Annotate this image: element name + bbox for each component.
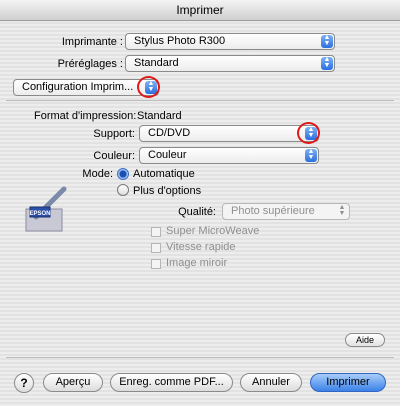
support-label: Support: — [93, 128, 135, 140]
mode-label: Mode: — [82, 168, 113, 180]
popup-arrows-icon: ▲ ▼ — [305, 148, 317, 162]
preview-button[interactable]: Aperçu — [43, 373, 103, 392]
color-popup[interactable]: Couleur ▲ ▼ — [139, 147, 319, 164]
presets-value: Standard — [134, 57, 179, 69]
popup-arrows-icon: ▲ ▼ — [321, 56, 333, 70]
title-bar: Imprimer — [0, 0, 400, 21]
radio-plus-options-label[interactable]: Plus d'options — [133, 185, 201, 197]
highlight-ring — [297, 122, 320, 144]
epson-logo-text: EPSON — [29, 211, 50, 217]
radio-automatique-label[interactable]: Automatique — [133, 168, 195, 180]
support-popup[interactable]: CD/DVD ▲ ▼ — [139, 125, 319, 142]
printer-label: Imprimante : — [61, 36, 123, 48]
window-title: Imprimer — [176, 3, 224, 17]
color-label: Couleur: — [93, 150, 135, 162]
format-value: Standard — [137, 110, 182, 122]
checkbox-image-miroir — [151, 259, 161, 269]
checkbox-super-microweave — [151, 227, 161, 237]
checkbox-super-microweave-label: Super MicroWeave — [166, 225, 260, 237]
epson-logo: EPSON — [25, 186, 67, 232]
checkbox-vitesse-rapide-label: Vitesse rapide — [166, 241, 236, 253]
radio-plus-options[interactable] — [117, 184, 129, 196]
support-value: CD/DVD — [148, 127, 191, 139]
quality-popup: Photo supérieure ▲ ▼ — [222, 203, 350, 220]
quality-label: Qualité: — [178, 206, 216, 218]
presets-popup[interactable]: Standard ▲ ▼ — [125, 55, 335, 72]
save-pdf-button[interactable]: Enreg. comme PDF... — [110, 373, 233, 392]
print-button[interactable]: Imprimer — [310, 373, 386, 392]
radio-automatique[interactable] — [117, 168, 129, 180]
printer-popup[interactable]: Stylus Photo R300 ▲ ▼ — [125, 33, 335, 50]
cancel-button[interactable]: Annuler — [240, 373, 302, 392]
popup-arrows-icon: ▲ ▼ — [321, 34, 333, 48]
printer-value: Stylus Photo R300 — [134, 35, 226, 47]
separator — [6, 100, 394, 101]
color-value: Couleur — [148, 149, 187, 161]
aide-button[interactable]: Aide — [345, 333, 385, 347]
checkbox-vitesse-rapide — [151, 243, 161, 253]
presets-label: Préréglages : — [57, 58, 123, 70]
panel-value: Configuration Imprim... — [22, 81, 134, 93]
popup-arrows-icon: ▲ ▼ — [338, 204, 346, 217]
highlight-ring — [137, 76, 160, 98]
quality-value: Photo supérieure — [231, 205, 315, 217]
checkbox-image-miroir-label: Image miroir — [166, 257, 228, 269]
help-button[interactable]: ? — [14, 373, 34, 393]
format-label: Format d'impression: — [34, 110, 137, 122]
separator — [6, 357, 394, 358]
